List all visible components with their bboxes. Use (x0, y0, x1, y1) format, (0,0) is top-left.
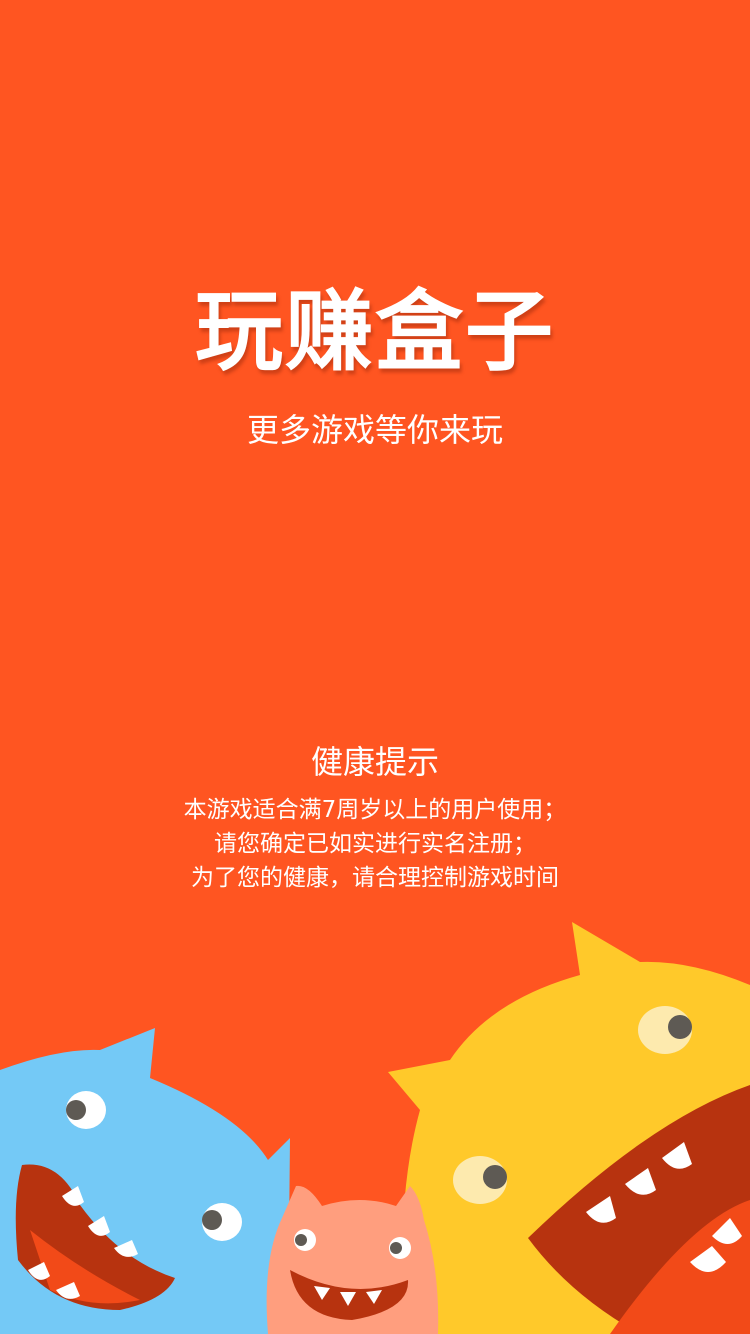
yellow-monster (388, 922, 750, 1334)
pink-monster (266, 1185, 439, 1334)
splash-screen: 玩赚盒子 更多游戏等你来玩 健康提示 本游戏适合满7周岁以上的用户使用； 请您确… (0, 0, 750, 1334)
blue-monster (0, 1028, 290, 1334)
monsters-illustration (0, 922, 750, 1334)
